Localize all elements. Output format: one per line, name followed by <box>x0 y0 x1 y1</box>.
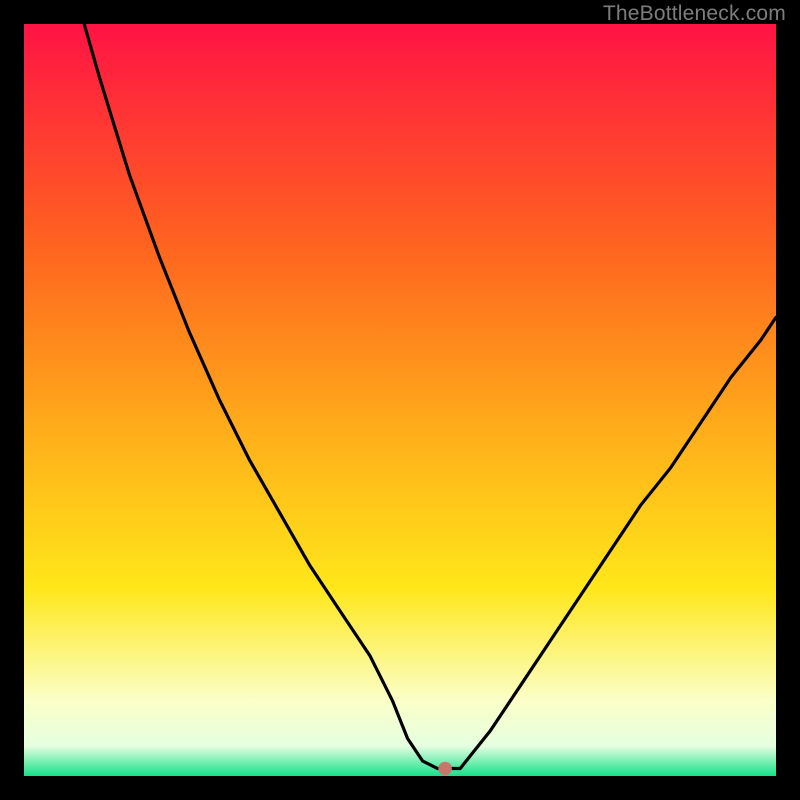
watermark-text: TheBottleneck.com <box>603 2 786 26</box>
chart-frame: TheBottleneck.com <box>0 0 800 800</box>
gradient-background <box>24 24 776 776</box>
plot-area <box>24 24 776 776</box>
optimum-marker <box>438 762 452 776</box>
chart-svg <box>24 24 776 776</box>
